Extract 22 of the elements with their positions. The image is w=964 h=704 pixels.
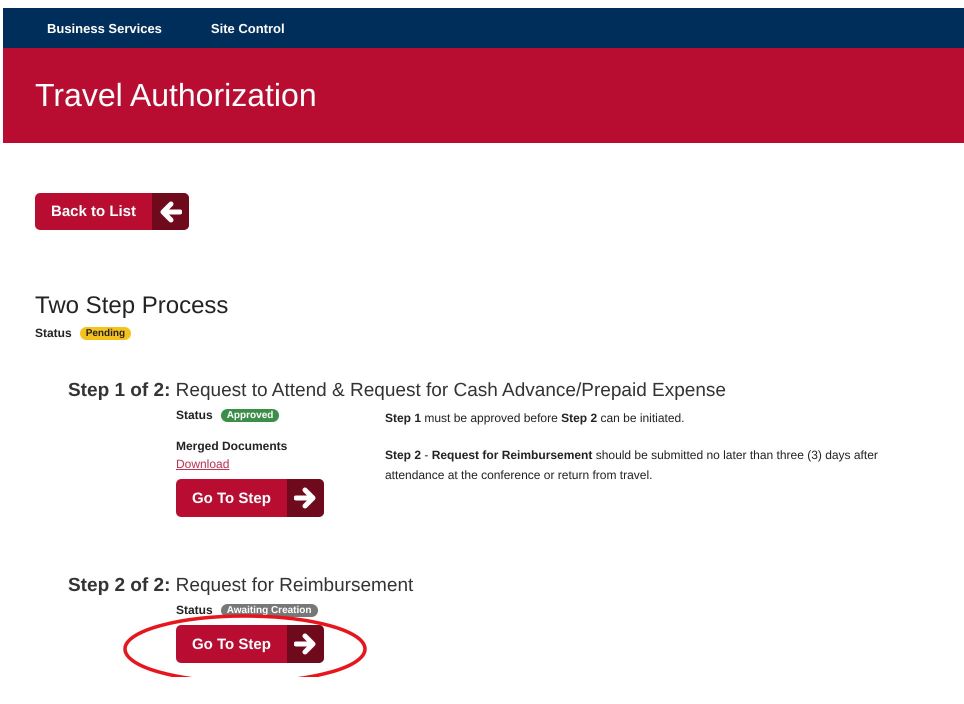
back-to-list-button[interactable]: Back to List — [35, 193, 190, 230]
step-heading: Step 2 of 2: Request for Reimbursement — [68, 575, 414, 597]
nav-link[interactable]: Business Services — [47, 20, 162, 36]
step-note: Step 1 must be approved before Step 2 can be initiated. — [385, 410, 686, 427]
arrow-right-icon — [294, 633, 316, 655]
go-to-step-button[interactable]: Go To Step — [176, 625, 324, 663]
nav-link[interactable]: Site Control — [210, 20, 285, 36]
status-badge: Approved — [220, 408, 280, 422]
merged-documents-label: Merged Documents — [176, 439, 288, 453]
status-label: Status — [176, 603, 213, 617]
status-badge: Awaiting Creation — [220, 604, 318, 616]
page-title: Travel Authorization — [35, 77, 317, 114]
process-title: Two Step Process — [35, 292, 230, 320]
status-badge: Pending — [80, 326, 132, 340]
status-label: Status — [35, 326, 72, 340]
arrow-right-icon — [294, 487, 316, 509]
step-heading: Step 1 of 2: Request to Attend & Request for Cash Advance/Prepaid Expense — [68, 380, 727, 402]
go-to-step-button[interactable]: Go To Step — [176, 479, 324, 517]
step-note: Step 2 - Request for Reimbursement should be submitted no later than three (3) days after attendance at the conference or return from travel. — [385, 447, 879, 484]
status-label: Status — [176, 408, 213, 422]
download-link[interactable]: Download — [176, 457, 230, 471]
arrow-left-icon — [160, 200, 182, 222]
